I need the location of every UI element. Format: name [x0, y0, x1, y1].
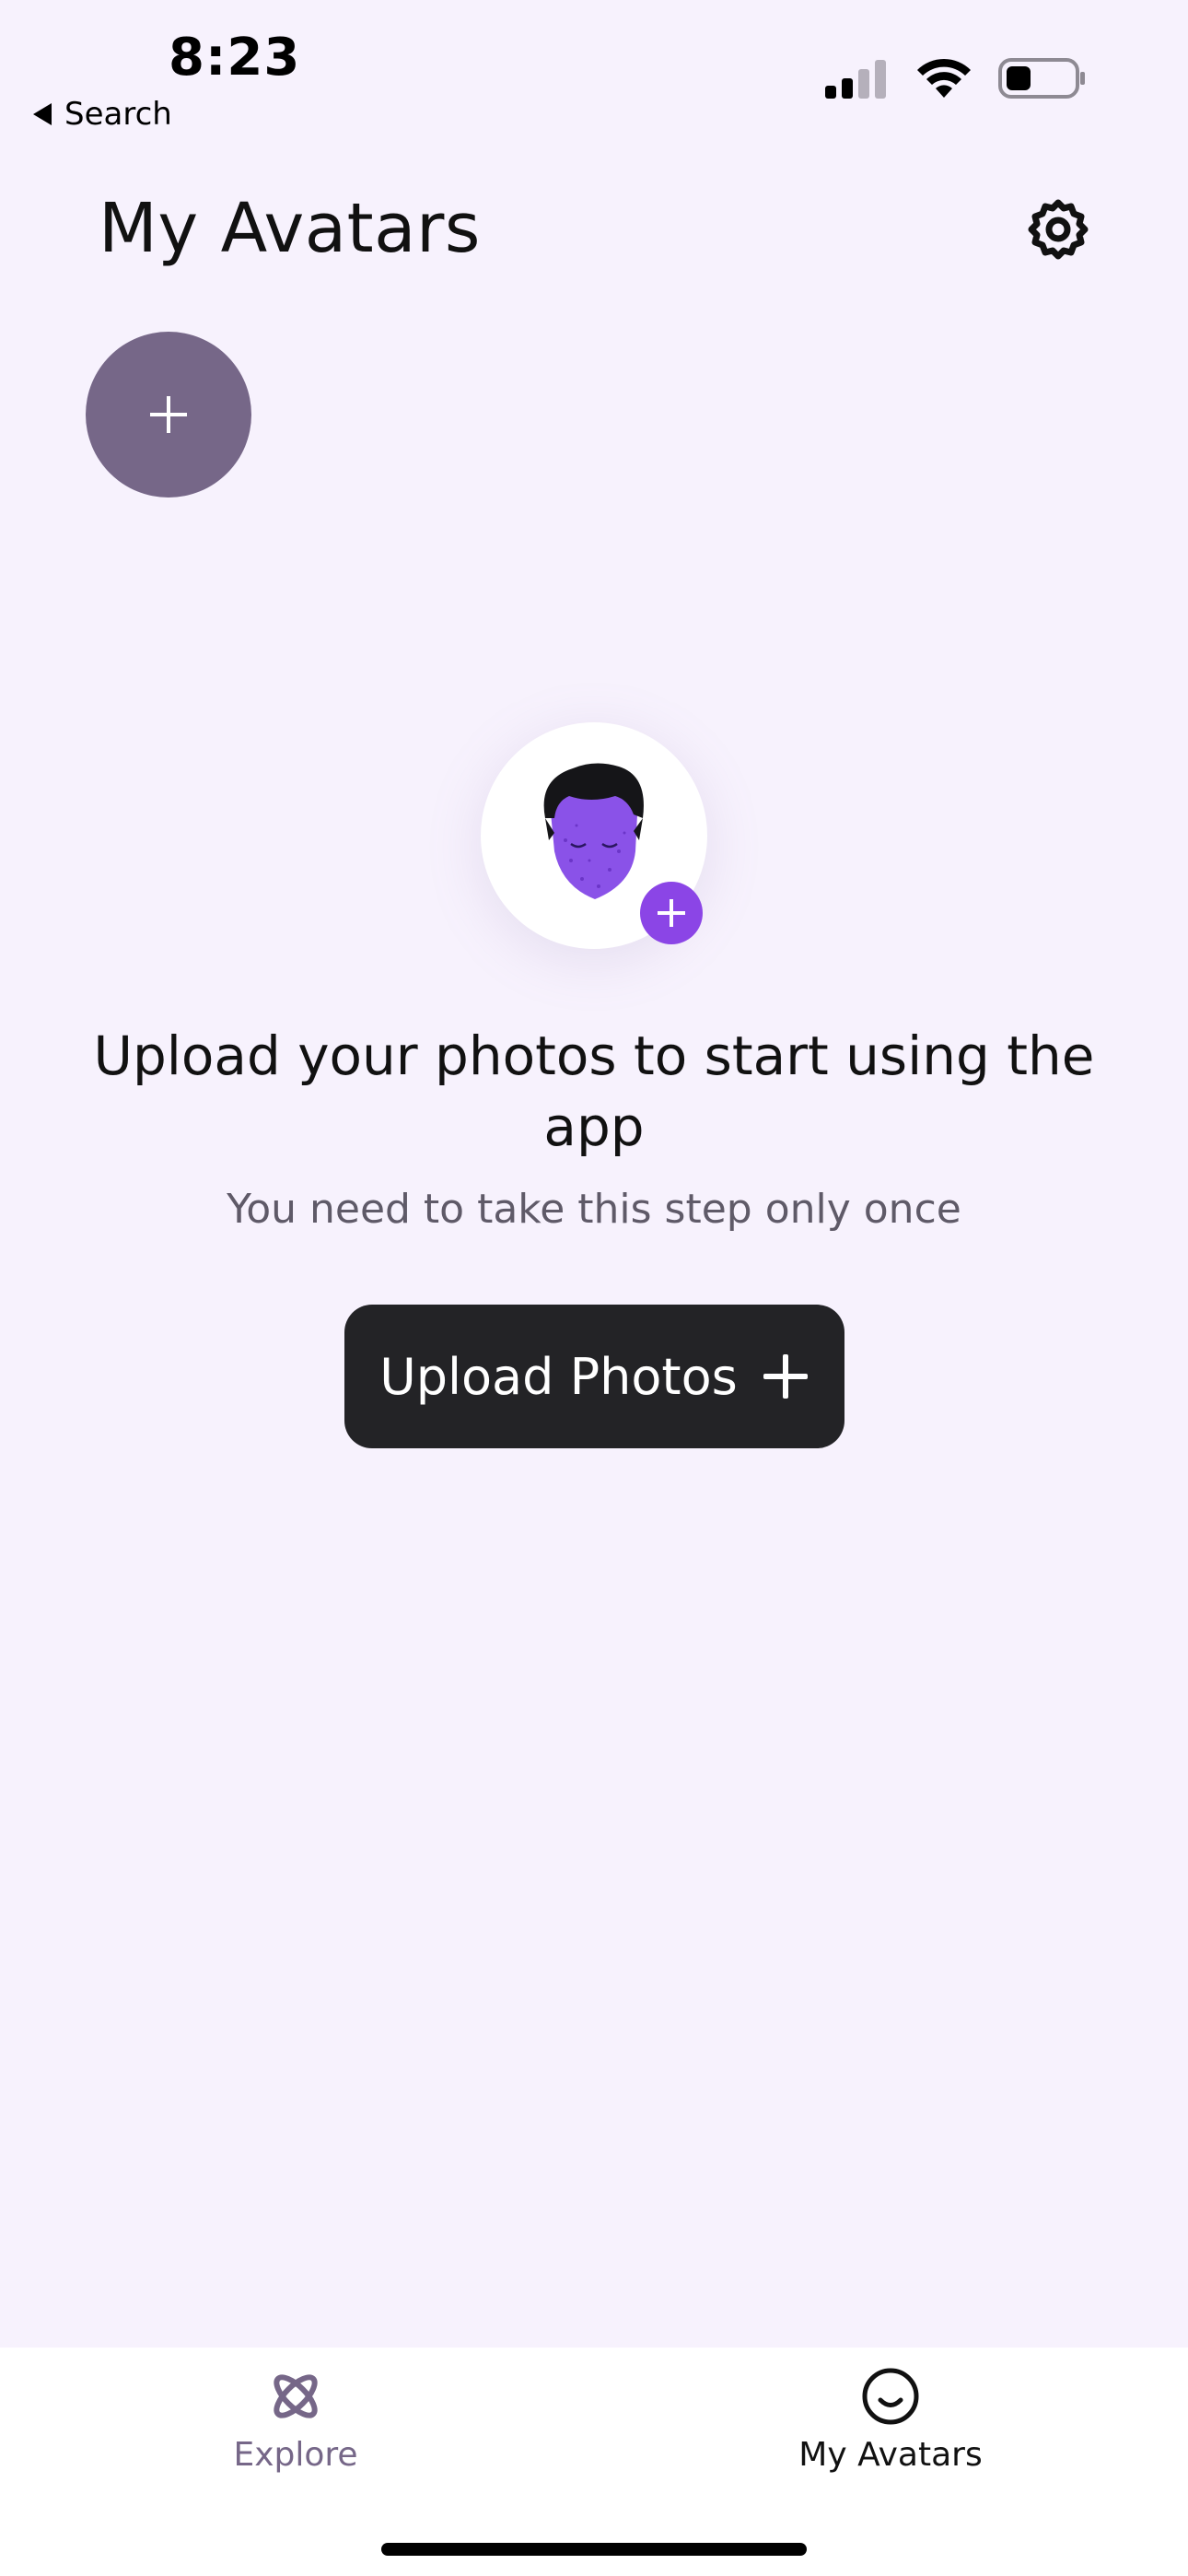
smiley-icon: [862, 2368, 919, 2425]
avatar-add-badge: [640, 882, 703, 944]
tab-explore[interactable]: Explore: [157, 2366, 434, 2474]
plus-icon: [150, 396, 187, 433]
battery-icon: [998, 58, 1085, 99]
tab-bar: Explore My Avatars: [0, 2348, 1188, 2576]
status-time: 8:23: [169, 28, 301, 88]
empty-state-title: Upload your photos to start using the ap…: [93, 1025, 1095, 1158]
back-to-search-link[interactable]: Search: [33, 96, 172, 133]
plus-icon: [763, 1354, 808, 1399]
tab-my-avatars[interactable]: My Avatars: [752, 2366, 1029, 2474]
gear-icon: [1028, 199, 1089, 260]
settings-button[interactable]: [1027, 198, 1089, 261]
tab-my-avatars-label: My Avatars: [798, 2436, 983, 2474]
cellular-signal-icon: [825, 60, 886, 99]
page-title: My Avatars: [99, 189, 481, 268]
empty-state-subtitle: You need to take this step only once: [227, 1186, 961, 1233]
add-avatar-button[interactable]: [86, 332, 251, 498]
plus-icon: [658, 899, 685, 927]
back-caret-icon: [33, 103, 52, 125]
tab-explore-label: Explore: [233, 2436, 358, 2474]
back-label: Search: [64, 96, 172, 133]
atom-icon: [274, 2374, 318, 2418]
upload-photos-label: Upload Photos: [379, 1347, 738, 1406]
wifi-icon: [917, 58, 971, 98]
upload-photos-button[interactable]: Upload Photos: [344, 1305, 844, 1448]
home-indicator: [381, 2543, 807, 2556]
status-indicators: [823, 57, 1087, 100]
